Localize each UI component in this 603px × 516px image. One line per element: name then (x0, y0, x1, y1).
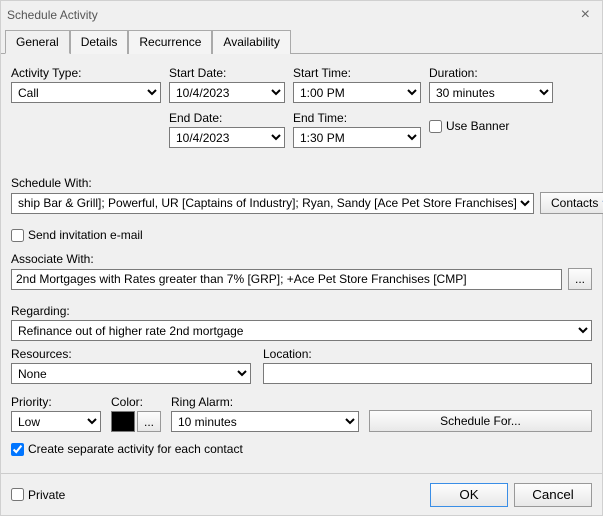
tab-recurrence[interactable]: Recurrence (128, 30, 212, 54)
start-date-select[interactable]: 10/4/2023 (169, 82, 285, 103)
cancel-button[interactable]: Cancel (514, 483, 592, 507)
schedule-activity-dialog: Schedule Activity × General Details Recu… (0, 0, 603, 516)
resources-select[interactable]: None (11, 363, 251, 384)
private-label: Private (28, 488, 65, 502)
use-banner-checkbox[interactable] (429, 120, 442, 133)
titlebar: Schedule Activity × (1, 1, 602, 29)
private-checkbox[interactable] (11, 488, 24, 501)
ok-button[interactable]: OK (430, 483, 508, 507)
location-input[interactable] (263, 363, 592, 384)
ring-alarm-select[interactable]: 10 minutes (171, 411, 359, 432)
end-time-select[interactable]: 1:30 PM (293, 127, 421, 148)
priority-select[interactable]: Low (11, 411, 101, 432)
start-time-label: Start Time: (293, 66, 421, 80)
create-separate-label: Create separate activity for each contac… (28, 442, 243, 456)
send-invitation-checkbox[interactable] (11, 229, 24, 242)
activity-type-label: Activity Type: (11, 66, 161, 80)
use-banner-label: Use Banner (446, 119, 509, 133)
priority-label: Priority: (11, 395, 101, 409)
associate-with-browse-button[interactable]: ... (568, 268, 592, 290)
close-icon[interactable]: × (575, 6, 596, 24)
associate-with-label: Associate With: (11, 252, 592, 266)
color-swatch[interactable] (111, 411, 135, 432)
end-date-label: End Date: (169, 111, 285, 125)
start-time-select[interactable]: 1:00 PM (293, 82, 421, 103)
duration-select[interactable]: 30 minutes (429, 82, 553, 103)
duration-label: Duration: (429, 66, 553, 80)
tab-availability[interactable]: Availability (212, 30, 290, 54)
contacts-button[interactable]: Contacts ▾ (540, 192, 603, 214)
activity-type-select[interactable]: Call (11, 82, 161, 103)
tab-details[interactable]: Details (70, 30, 129, 54)
dialog-footer: Private OK Cancel (1, 473, 602, 515)
resources-label: Resources: (11, 347, 251, 361)
end-time-label: End Time: (293, 111, 421, 125)
regarding-label: Regarding: (11, 304, 592, 318)
tabs: General Details Recurrence Availability (1, 29, 602, 54)
send-invitation-label: Send invitation e-mail (28, 228, 143, 242)
create-separate-checkbox[interactable] (11, 443, 24, 456)
tab-general[interactable]: General (5, 30, 70, 54)
color-label: Color: (111, 395, 161, 409)
window-title: Schedule Activity (7, 8, 98, 22)
start-date-label: Start Date: (169, 66, 285, 80)
schedule-with-label: Schedule With: (11, 176, 592, 190)
ring-alarm-label: Ring Alarm: (171, 395, 359, 409)
color-browse-button[interactable]: ... (137, 411, 161, 432)
location-label: Location: (263, 347, 592, 361)
associate-with-input[interactable] (11, 269, 562, 290)
schedule-with-select[interactable]: ship Bar & Grill]; Powerful, UR [Captain… (11, 193, 534, 214)
end-date-select[interactable]: 10/4/2023 (169, 127, 285, 148)
schedule-for-button[interactable]: Schedule For... (369, 410, 592, 432)
regarding-select[interactable]: Refinance out of higher rate 2nd mortgag… (11, 320, 592, 341)
